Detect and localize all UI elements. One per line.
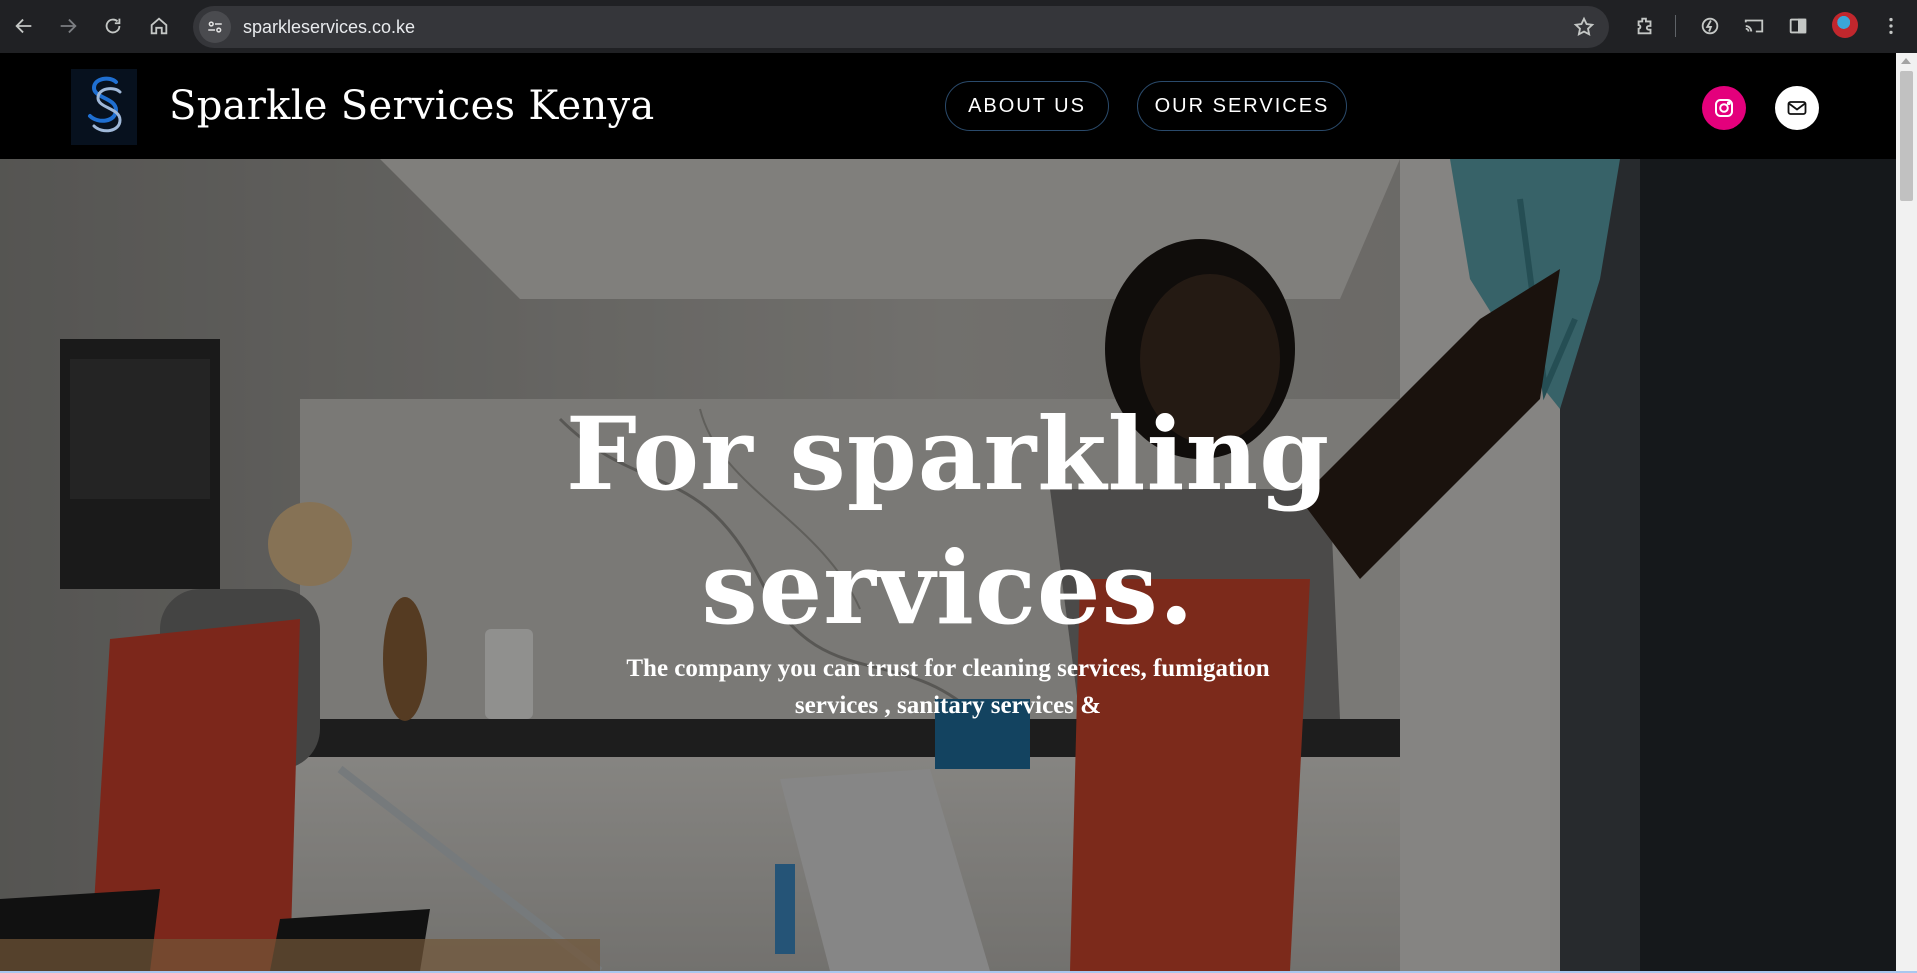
hero-subtitle-line-1: The company you can trust for cleaning s… [626, 655, 1270, 682]
performance-button[interactable] [1690, 6, 1730, 46]
site-info-icon [208, 21, 222, 33]
instagram-icon [1715, 99, 1733, 117]
nav-about-us[interactable]: ABOUT US [945, 81, 1109, 131]
cast-icon [1744, 19, 1764, 33]
nav-our-services[interactable]: OUR SERVICES [1137, 81, 1347, 131]
home-button[interactable] [139, 6, 179, 46]
scroll-up-arrow-icon[interactable] [1901, 58, 1911, 64]
mail-icon [1787, 101, 1807, 115]
address-bar[interactable]: sparkleservices.co.ke [193, 6, 1609, 48]
email-button[interactable] [1775, 86, 1819, 130]
hero-section: For sparkling services. The company you … [0, 159, 1896, 971]
toolbar-divider [1675, 15, 1676, 37]
instagram-button[interactable] [1702, 86, 1746, 130]
side-panel-icon [1789, 18, 1807, 34]
nav-our-services-label: OUR SERVICES [1154, 94, 1330, 117]
hero-subtitle: The company you can trust for cleaning s… [0, 650, 1896, 724]
reload-icon [105, 18, 121, 34]
forward-button[interactable] [48, 6, 88, 46]
performance-icon [1701, 17, 1719, 35]
cast-button[interactable] [1734, 6, 1774, 46]
hero-title: For sparkling services. [0, 387, 1896, 655]
nav-about-us-label: ABOUT US [968, 94, 1086, 117]
page-scrollbar[interactable] [1896, 53, 1917, 971]
site-header: Sparkle Services Kenya ABOUT US OUR SERV… [0, 53, 1896, 159]
back-icon [15, 18, 32, 34]
extensions-icon [1637, 17, 1652, 35]
reload-button[interactable] [93, 6, 133, 46]
profile-avatar[interactable] [1832, 12, 1858, 38]
browser-toolbar: sparkleservices.co.ke [0, 0, 1917, 53]
hero-subtitle-line-2: services , sanitary services & [794, 692, 1102, 719]
scroll-thumb[interactable] [1900, 71, 1913, 201]
home-icon [150, 17, 168, 35]
hero-title-line-1: For sparkling [565, 395, 1331, 513]
side-panel-button[interactable] [1778, 6, 1818, 46]
hero-title-line-2: services. [701, 529, 1195, 647]
menu-icon [1889, 17, 1893, 35]
logo[interactable] [71, 69, 137, 145]
forward-icon [60, 18, 77, 34]
brand-name[interactable]: Sparkle Services Kenya [169, 83, 655, 129]
back-button[interactable] [4, 6, 44, 46]
extensions-button[interactable] [1625, 6, 1665, 46]
browser-menu-button[interactable] [1871, 6, 1911, 46]
bookmark-star-icon[interactable] [1573, 16, 1595, 38]
site-info-button[interactable] [199, 11, 231, 43]
url-text[interactable]: sparkleservices.co.ke [243, 17, 415, 38]
ss-monogram-logo [88, 76, 122, 133]
